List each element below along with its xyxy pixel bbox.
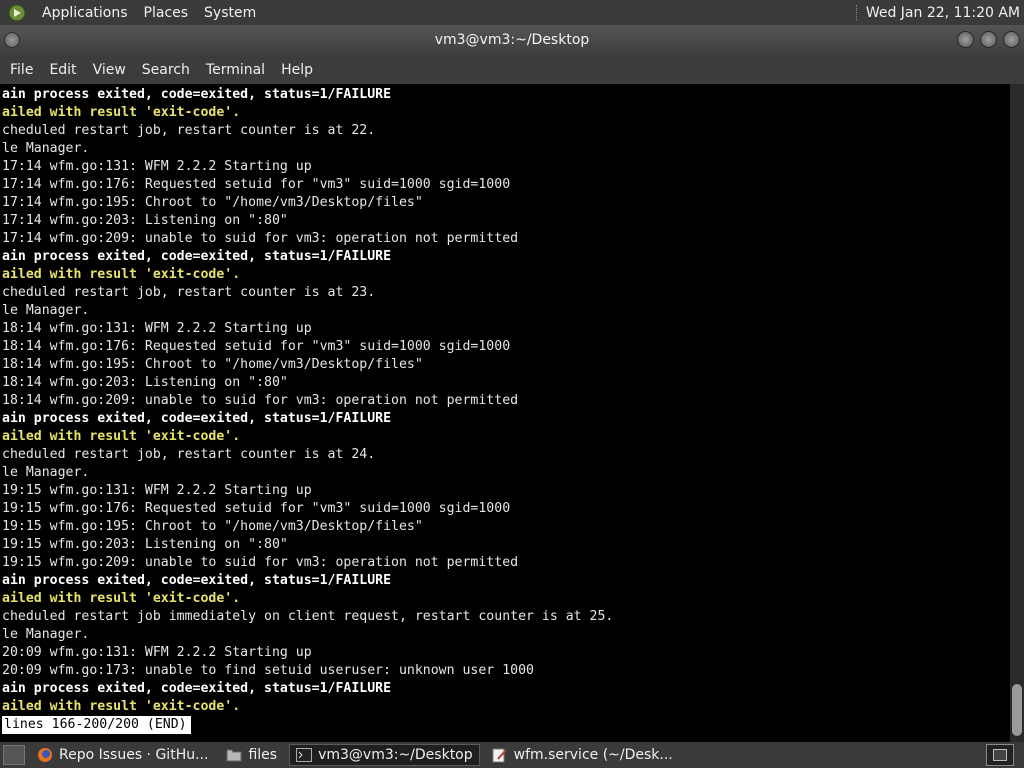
- system-menu[interactable]: System: [196, 5, 264, 21]
- terminal-line: le Manager.: [2, 141, 90, 156]
- terminal-line: cheduled restart job, restart counter is…: [2, 447, 376, 462]
- terminal-line: ailed with result 'exit-code'.: [2, 699, 241, 714]
- terminal-line: 19:15 wfm.go:195: Chroot to "/home/vm3/D…: [2, 519, 423, 534]
- terminal-line: ain process exited, code=exited, status=…: [2, 411, 392, 426]
- menu-view[interactable]: View: [85, 62, 134, 78]
- terminal-line: cheduled restart job immediately on clie…: [2, 609, 614, 624]
- terminal-output[interactable]: ain process exited, code=exited, status=…: [0, 84, 1010, 742]
- terminal-line: 19:15 wfm.go:176: Requested setuid for "…: [2, 501, 511, 516]
- terminal-line: ain process exited, code=exited, status=…: [2, 249, 392, 264]
- terminal-line: 18:14 wfm.go:209: unable to suid for vm3…: [2, 393, 519, 408]
- window-title: vm3@vm3:~/Desktop: [434, 32, 590, 48]
- terminal-line: le Manager.: [2, 627, 90, 642]
- window-menu-icon[interactable]: [4, 32, 20, 48]
- menu-file[interactable]: File: [2, 62, 41, 78]
- terminal-icon: [296, 748, 313, 762]
- terminal-line: 19:15 wfm.go:203: Listening on ":80": [2, 537, 288, 552]
- top-panel: Applications Places System Wed Jan 22, 1…: [0, 0, 1024, 25]
- terminal-line: 18:14 wfm.go:203: Listening on ":80": [2, 375, 288, 390]
- terminal-line: 18:14 wfm.go:176: Requested setuid for "…: [2, 339, 511, 354]
- pager-status-line: lines 166-200/200 (END): [0, 716, 1010, 734]
- show-desktop-button[interactable]: [3, 745, 25, 765]
- terminal-line: ailed with result 'exit-code'.: [2, 105, 241, 120]
- firefox-icon: [37, 747, 53, 763]
- terminal-line: ain process exited, code=exited, status=…: [2, 681, 392, 696]
- window-controls: [957, 31, 1020, 48]
- clock[interactable]: Wed Jan 22, 11:20 AM: [866, 5, 1024, 21]
- taskbar-item-firefox[interactable]: Repo Issues · GitHu...: [31, 744, 214, 766]
- text-editor-icon: [492, 747, 508, 763]
- terminal-lines: ain process exited, code=exited, status=…: [0, 86, 1010, 716]
- places-menu[interactable]: Places: [136, 5, 197, 21]
- terminal-line: 19:15 wfm.go:131: WFM 2.2.2 Starting up: [2, 483, 312, 498]
- terminal-line: le Manager.: [2, 303, 90, 318]
- workspace-thumbnail: [993, 749, 1007, 761]
- folder-icon: [226, 748, 242, 762]
- menu-help[interactable]: Help: [273, 62, 321, 78]
- minimize-button[interactable]: [957, 31, 974, 48]
- terminal-line: 20:09 wfm.go:173: unable to find setuid …: [2, 663, 534, 678]
- task-label: Repo Issues · GitHu...: [59, 747, 209, 763]
- pager-status: lines 166-200/200 (END): [2, 716, 191, 734]
- terminal-line: 20:09 wfm.go:131: WFM 2.2.2 Starting up: [2, 645, 312, 660]
- terminal-line: ain process exited, code=exited, status=…: [2, 87, 392, 102]
- terminal-menubar: File Edit View Search Terminal Help: [0, 55, 1024, 84]
- main-menu-icon[interactable]: [6, 2, 28, 24]
- window-titlebar[interactable]: vm3@vm3:~/Desktop: [0, 25, 1024, 55]
- terminal-line: cheduled restart job, restart counter is…: [2, 123, 376, 138]
- terminal-line: ailed with result 'exit-code'.: [2, 591, 241, 606]
- close-button[interactable]: [1003, 31, 1020, 48]
- terminal-line: 17:14 wfm.go:209: unable to suid for vm3…: [2, 231, 519, 246]
- task-label: wfm.service (~/Desk...: [513, 747, 673, 763]
- terminal-line: cheduled restart job, restart counter is…: [2, 285, 376, 300]
- terminal-line: ailed with result 'exit-code'.: [2, 267, 241, 282]
- terminal-line: 17:14 wfm.go:203: Listening on ":80": [2, 213, 288, 228]
- terminal-line: 17:14 wfm.go:176: Requested setuid for "…: [2, 177, 511, 192]
- terminal-line: 18:14 wfm.go:131: WFM 2.2.2 Starting up: [2, 321, 312, 336]
- terminal-line: 17:14 wfm.go:195: Chroot to "/home/vm3/D…: [2, 195, 423, 210]
- maximize-button[interactable]: [980, 31, 997, 48]
- bottom-taskbar: Repo Issues · GitHu... files vm3@vm3:~/D…: [0, 742, 1024, 768]
- menu-search[interactable]: Search: [134, 62, 198, 78]
- scrollbar-thumb[interactable]: [1012, 684, 1022, 736]
- terminal-line: 19:15 wfm.go:209: unable to suid for vm3…: [2, 555, 519, 570]
- applications-menu[interactable]: Applications: [34, 5, 136, 21]
- terminal-scrollbar[interactable]: [1010, 84, 1024, 742]
- menu-terminal[interactable]: Terminal: [198, 62, 273, 78]
- menu-edit[interactable]: Edit: [41, 62, 84, 78]
- workspace-switcher[interactable]: [986, 744, 1014, 766]
- terminal-line: ailed with result 'exit-code'.: [2, 429, 241, 444]
- panel-separator: [855, 4, 858, 21]
- terminal-line: 17:14 wfm.go:131: WFM 2.2.2 Starting up: [2, 159, 312, 174]
- terminal-line: le Manager.: [2, 465, 90, 480]
- terminal-line: ain process exited, code=exited, status=…: [2, 573, 392, 588]
- taskbar-item-terminal[interactable]: vm3@vm3:~/Desktop: [289, 744, 480, 766]
- taskbar-item-files[interactable]: files: [220, 744, 283, 766]
- taskbar-item-editor[interactable]: wfm.service (~/Desk...: [486, 744, 679, 766]
- terminal-line: 18:14 wfm.go:195: Chroot to "/home/vm3/D…: [2, 357, 423, 372]
- task-label: vm3@vm3:~/Desktop: [318, 747, 473, 763]
- task-label: files: [248, 747, 278, 763]
